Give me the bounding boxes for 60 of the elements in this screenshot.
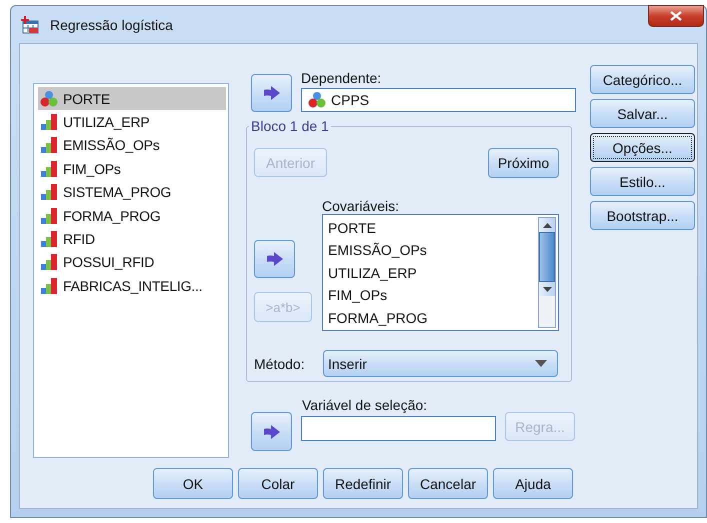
- caret-icon: [535, 360, 547, 367]
- bar-chart-icon: [40, 113, 58, 132]
- variable-item[interactable]: RFID: [38, 227, 226, 251]
- scroll-thumb[interactable]: [539, 232, 555, 282]
- right-arrow-icon: [266, 252, 284, 266]
- move-arrow-button[interactable]: [251, 412, 292, 451]
- options-button[interactable]: Estilo...: [590, 167, 695, 196]
- next-button[interactable]: Próximo: [488, 148, 559, 178]
- down-arrow-icon: [542, 286, 552, 292]
- method-dropdown[interactable]: Inserir: [323, 350, 558, 377]
- scroll-up-button[interactable]: [539, 218, 555, 232]
- covariate-item[interactable]: EMISSÃO_OPs: [328, 239, 538, 262]
- window-title: Regressão logística: [50, 16, 173, 32]
- variable-item[interactable]: PORTE: [38, 87, 226, 110]
- group-title: Bloco 1 de 1: [249, 118, 331, 134]
- selection-field[interactable]: [301, 416, 496, 441]
- dialog-button[interactable]: OK: [153, 468, 233, 499]
- move-arrow-button[interactable]: [254, 240, 295, 278]
- bar-chart-icon: [40, 206, 58, 225]
- dialog-button[interactable]: Ajuda: [493, 468, 573, 499]
- variable-item[interactable]: SISTEMA_PROG: [38, 180, 226, 204]
- variable-item[interactable]: POSSUI_RFID: [38, 250, 226, 274]
- variable-item[interactable]: EMISSÃO_OPs: [38, 134, 226, 158]
- app-icon: [21, 16, 39, 34]
- bar-chart-icon: [40, 136, 58, 154]
- close-icon: [670, 11, 682, 21]
- bar-chart-icon: [40, 160, 58, 178]
- scroll-down-button[interactable]: [539, 282, 555, 296]
- covariates-label: Covariáveis:: [322, 198, 400, 214]
- covariate-item[interactable]: FIM_OPs: [328, 284, 538, 307]
- bar-chart-icon: [40, 230, 58, 248]
- dialog-button[interactable]: Colar: [238, 468, 318, 499]
- variable-item[interactable]: FABRICAS_INTELIG...: [38, 274, 226, 298]
- options-button[interactable]: Opções...: [590, 133, 695, 162]
- up-arrow-icon: [542, 222, 552, 228]
- right-arrow-icon: [262, 86, 280, 100]
- dialog-button[interactable]: Cancelar: [408, 468, 488, 499]
- bar-chart-icon: [40, 253, 58, 272]
- dependent-field[interactable]: CPPS: [301, 88, 576, 112]
- covariate-item[interactable]: UTILIZA_ERP: [328, 262, 538, 284]
- bar-chart-icon: [40, 183, 58, 202]
- nominal-variable-icon: [40, 90, 58, 108]
- options-button[interactable]: Salvar...: [590, 99, 695, 128]
- move-arrow-button[interactable]: [251, 74, 292, 112]
- bar-chart-icon: [40, 276, 58, 295]
- selection-label: Variável de seleção:: [302, 397, 428, 413]
- options-button[interactable]: Categórico...: [590, 65, 695, 94]
- dialog-button[interactable]: Redefinir: [323, 468, 403, 499]
- options-button[interactable]: Bootstrap...: [590, 201, 695, 230]
- variable-item[interactable]: FORMA_PROG: [38, 204, 226, 228]
- dependent-label: Dependente:: [301, 70, 382, 86]
- covariate-item[interactable]: FORMA_PROG: [328, 306, 538, 329]
- scrollbar[interactable]: [538, 217, 556, 328]
- method-label: Método:: [254, 356, 306, 372]
- variable-item[interactable]: FIM_OPs: [38, 157, 226, 181]
- nominal-variable-icon: [308, 91, 326, 109]
- covariate-item[interactable]: PORTE: [328, 217, 538, 240]
- variable-item[interactable]: UTILIZA_ERP: [38, 110, 226, 134]
- right-arrow-icon: [262, 424, 280, 438]
- close-button[interactable]: [648, 5, 704, 27]
